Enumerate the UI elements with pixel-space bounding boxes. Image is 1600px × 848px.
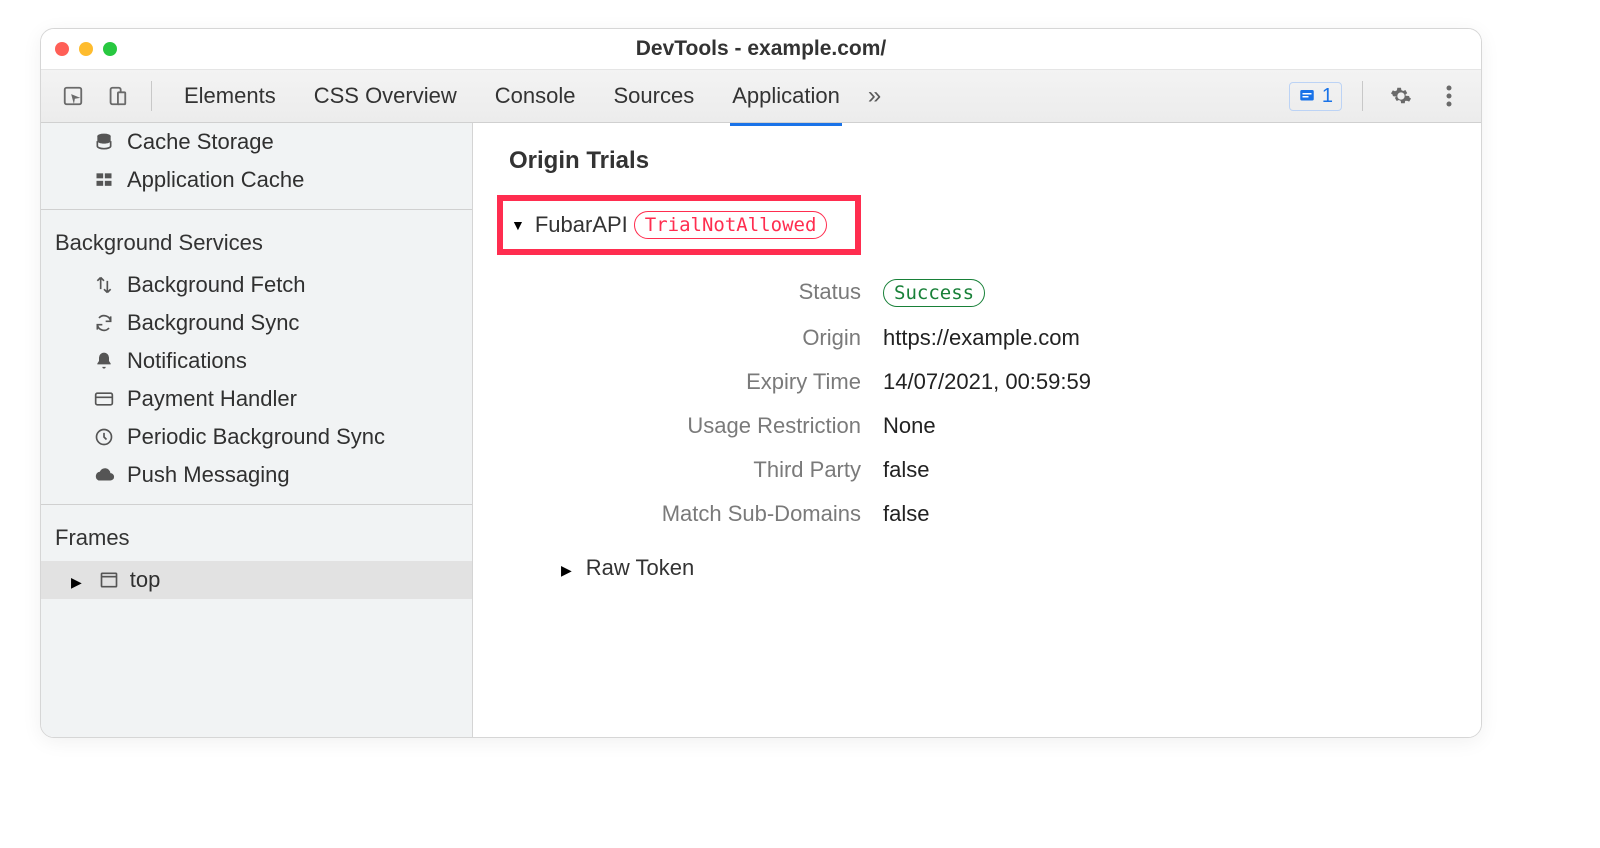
status-success-badge: Success: [883, 279, 985, 307]
sidebar-item-label: top: [130, 567, 161, 593]
frame-icon: [98, 569, 120, 591]
sync-icon: [93, 312, 115, 334]
disclosure-triangle-right-icon[interactable]: [561, 555, 578, 581]
sidebar-item-push-messaging[interactable]: Push Messaging: [41, 456, 472, 494]
tabs-overflow-button[interactable]: »: [868, 82, 881, 110]
sidebar-item-periodic-background-sync[interactable]: Periodic Background Sync: [41, 418, 472, 456]
detail-value: https://example.com: [883, 325, 1451, 351]
clock-icon: [93, 426, 115, 448]
sidebar-item-notifications[interactable]: Notifications: [41, 342, 472, 380]
device-toggle-button[interactable]: [99, 78, 135, 114]
titlebar: DevTools - example.com/: [41, 29, 1481, 69]
trial-status-badge: TrialNotAllowed: [634, 211, 828, 239]
separator: [151, 81, 152, 111]
detail-key: Expiry Time: [541, 369, 861, 395]
origin-trial-row[interactable]: ▼ FubarAPI TrialNotAllowed: [497, 195, 861, 255]
toolbar: Elements CSS Overview Console Sources Ap…: [41, 69, 1481, 123]
sidebar-item-label: Push Messaging: [127, 462, 290, 488]
sidebar-item-label: Payment Handler: [127, 386, 297, 412]
trial-details: Status Success Origin https://example.co…: [541, 279, 1451, 527]
sidebar-item-label: Periodic Background Sync: [127, 424, 385, 450]
settings-button[interactable]: [1383, 78, 1419, 114]
detail-value: false: [883, 501, 1451, 527]
database-icon: [93, 131, 115, 153]
sidebar-item-background-fetch[interactable]: Background Fetch: [41, 266, 472, 304]
toolbar-right: 1: [1289, 78, 1467, 114]
issues-count: 1: [1322, 85, 1333, 108]
cloud-icon: [93, 464, 115, 486]
detail-value: false: [883, 457, 1451, 483]
sidebar-section-title: Background Services: [41, 220, 472, 266]
sidebar-item-label: Notifications: [127, 348, 247, 374]
sidebar-section-background-services: Background Services Background Fetch Bac…: [41, 220, 472, 494]
more-button[interactable]: [1431, 78, 1467, 114]
sidebar-item-label: Background Fetch: [127, 272, 306, 298]
detail-value-status: Success: [883, 279, 1451, 307]
minimize-window-button[interactable]: [79, 42, 93, 56]
raw-token-label: Raw Token: [586, 555, 694, 581]
credit-card-icon: [93, 388, 115, 410]
issues-chip[interactable]: 1: [1289, 82, 1342, 111]
maximize-window-button[interactable]: [103, 42, 117, 56]
inspect-element-button[interactable]: [55, 78, 91, 114]
gear-icon: [1390, 85, 1412, 107]
expand-triangle-icon[interactable]: [71, 567, 88, 593]
tab-elements[interactable]: Elements: [182, 73, 278, 119]
kebab-icon: [1446, 85, 1452, 107]
sidebar-item-frame-top[interactable]: top: [41, 561, 472, 599]
detail-key: Origin: [541, 325, 861, 351]
panel-tabs: Elements CSS Overview Console Sources Ap…: [182, 73, 842, 119]
bell-icon: [93, 350, 115, 372]
detail-key: Third Party: [541, 457, 861, 483]
sidebar-item-application-cache[interactable]: Application Cache: [41, 161, 472, 199]
sidebar: Cache Storage Application Cache Backgrou…: [41, 123, 473, 737]
devtools-window: DevTools - example.com/ Elements CSS Ove…: [40, 28, 1482, 738]
detail-value: 14/07/2021, 00:59:59: [883, 369, 1451, 395]
close-window-button[interactable]: [55, 42, 69, 56]
detail-key: Match Sub-Domains: [541, 501, 861, 527]
content: Cache Storage Application Cache Backgrou…: [41, 123, 1481, 737]
disclosure-triangle-down-icon[interactable]: ▼: [511, 217, 525, 233]
sidebar-section-title: Frames: [41, 515, 472, 561]
tab-css-overview[interactable]: CSS Overview: [312, 73, 459, 119]
divider: [41, 504, 472, 505]
trial-name: FubarAPI: [535, 212, 628, 238]
panel-heading: Origin Trials: [509, 147, 1451, 175]
sidebar-section-frames: Frames top: [41, 515, 472, 599]
sidebar-item-label: Cache Storage: [127, 129, 274, 155]
tab-console[interactable]: Console: [493, 73, 578, 119]
sidebar-section-cache: Cache Storage Application Cache: [41, 123, 472, 199]
divider: [41, 209, 472, 210]
grid-icon: [93, 169, 115, 191]
sidebar-item-background-sync[interactable]: Background Sync: [41, 304, 472, 342]
separator: [1362, 81, 1363, 111]
sidebar-item-cache-storage[interactable]: Cache Storage: [41, 123, 472, 161]
detail-key-status: Status: [541, 279, 861, 307]
window-controls: [55, 42, 117, 56]
window-title: DevTools - example.com/: [41, 37, 1481, 61]
main-panel: Origin Trials ▼ FubarAPI TrialNotAllowed…: [473, 123, 1481, 737]
updown-arrows-icon: [93, 274, 115, 296]
issues-icon: [1298, 87, 1316, 105]
sidebar-item-payment-handler[interactable]: Payment Handler: [41, 380, 472, 418]
raw-token-row[interactable]: Raw Token: [561, 555, 1451, 581]
detail-key: Usage Restriction: [541, 413, 861, 439]
detail-value: None: [883, 413, 1451, 439]
sidebar-item-label: Application Cache: [127, 167, 304, 193]
sidebar-item-label: Background Sync: [127, 310, 299, 336]
tab-application[interactable]: Application: [730, 73, 842, 119]
tab-sources[interactable]: Sources: [611, 73, 696, 119]
